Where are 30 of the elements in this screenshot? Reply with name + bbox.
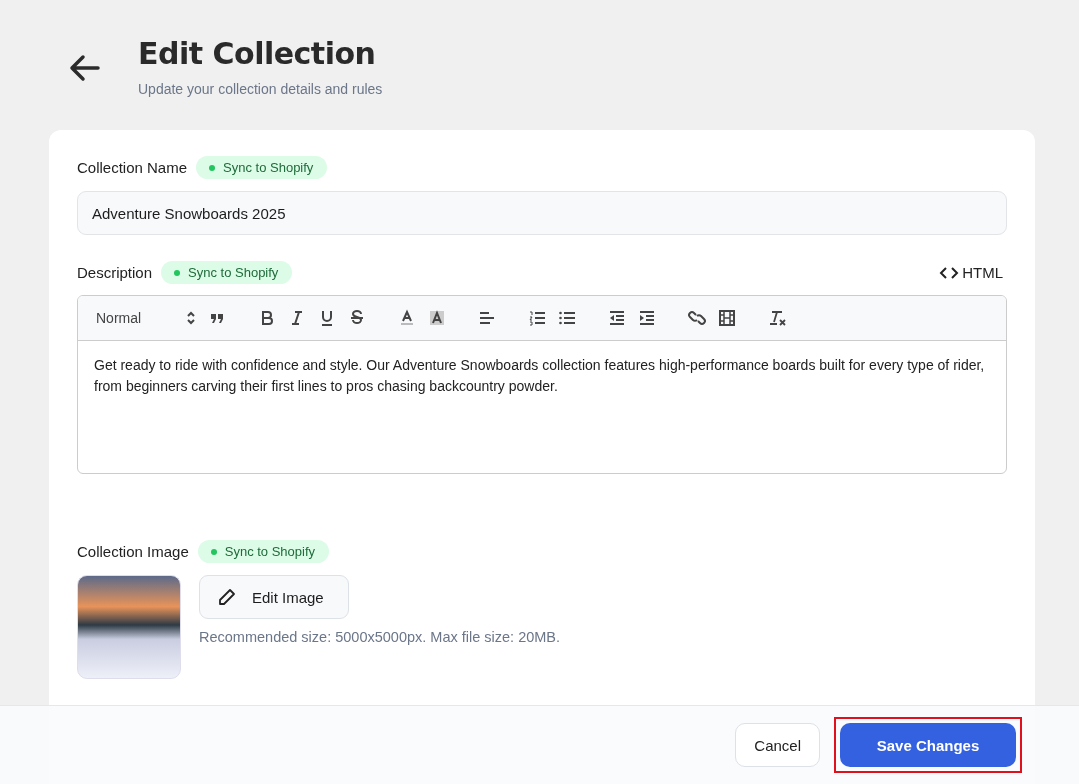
cancel-button[interactable]: Cancel — [735, 723, 820, 767]
image-hint-text: Recommended size: 5000x5000px. Max file size: 20MB. — [199, 629, 561, 645]
edit-image-button[interactable]: Edit Image — [199, 575, 349, 619]
collection-name-field[interactable]: Adventure Snowboards 2025 — [77, 191, 1007, 235]
link-icon[interactable] — [688, 309, 706, 327]
sync-badge: Sync to Shopify — [196, 156, 328, 179]
text-color-icon[interactable] — [398, 309, 416, 327]
video-icon[interactable] — [718, 309, 736, 327]
html-toggle-button[interactable]: HTML — [939, 264, 1007, 281]
sync-badge: Sync to Shopify — [161, 261, 293, 284]
clear-formatting-icon[interactable] — [768, 309, 786, 327]
sync-badge: Sync to Shopify — [197, 540, 330, 563]
numbered-list-icon[interactable] — [528, 309, 546, 327]
up-down-caret-icon — [186, 311, 196, 325]
field-label: Collection Name — [77, 159, 188, 176]
code-icon — [939, 265, 960, 280]
pencil-icon — [218, 588, 236, 606]
field-label: Collection Image — [77, 543, 189, 560]
description-editor[interactable]: Get ready to ride with confidence and style. Our Adventure Snowboards collection features high-performance boards built for every type of rider, from beginners carving their first lines to pros chasing backcountry powder. — [78, 341, 1006, 473]
page-title: Edit Collection — [138, 36, 377, 71]
outdent-icon[interactable] — [608, 309, 626, 327]
strikethrough-icon[interactable] — [348, 309, 366, 327]
field-label: Description — [77, 264, 153, 281]
save-button[interactable]: Save Changes — [840, 723, 1016, 767]
align-left-icon[interactable] — [478, 309, 496, 327]
highlight-color-icon[interactable] — [428, 309, 446, 327]
indent-icon[interactable] — [638, 309, 656, 327]
bullet-list-icon[interactable] — [558, 309, 576, 327]
page-subtitle: Update your collection details and rules — [138, 81, 383, 97]
format-dropdown[interactable]: Normal — [96, 310, 196, 326]
